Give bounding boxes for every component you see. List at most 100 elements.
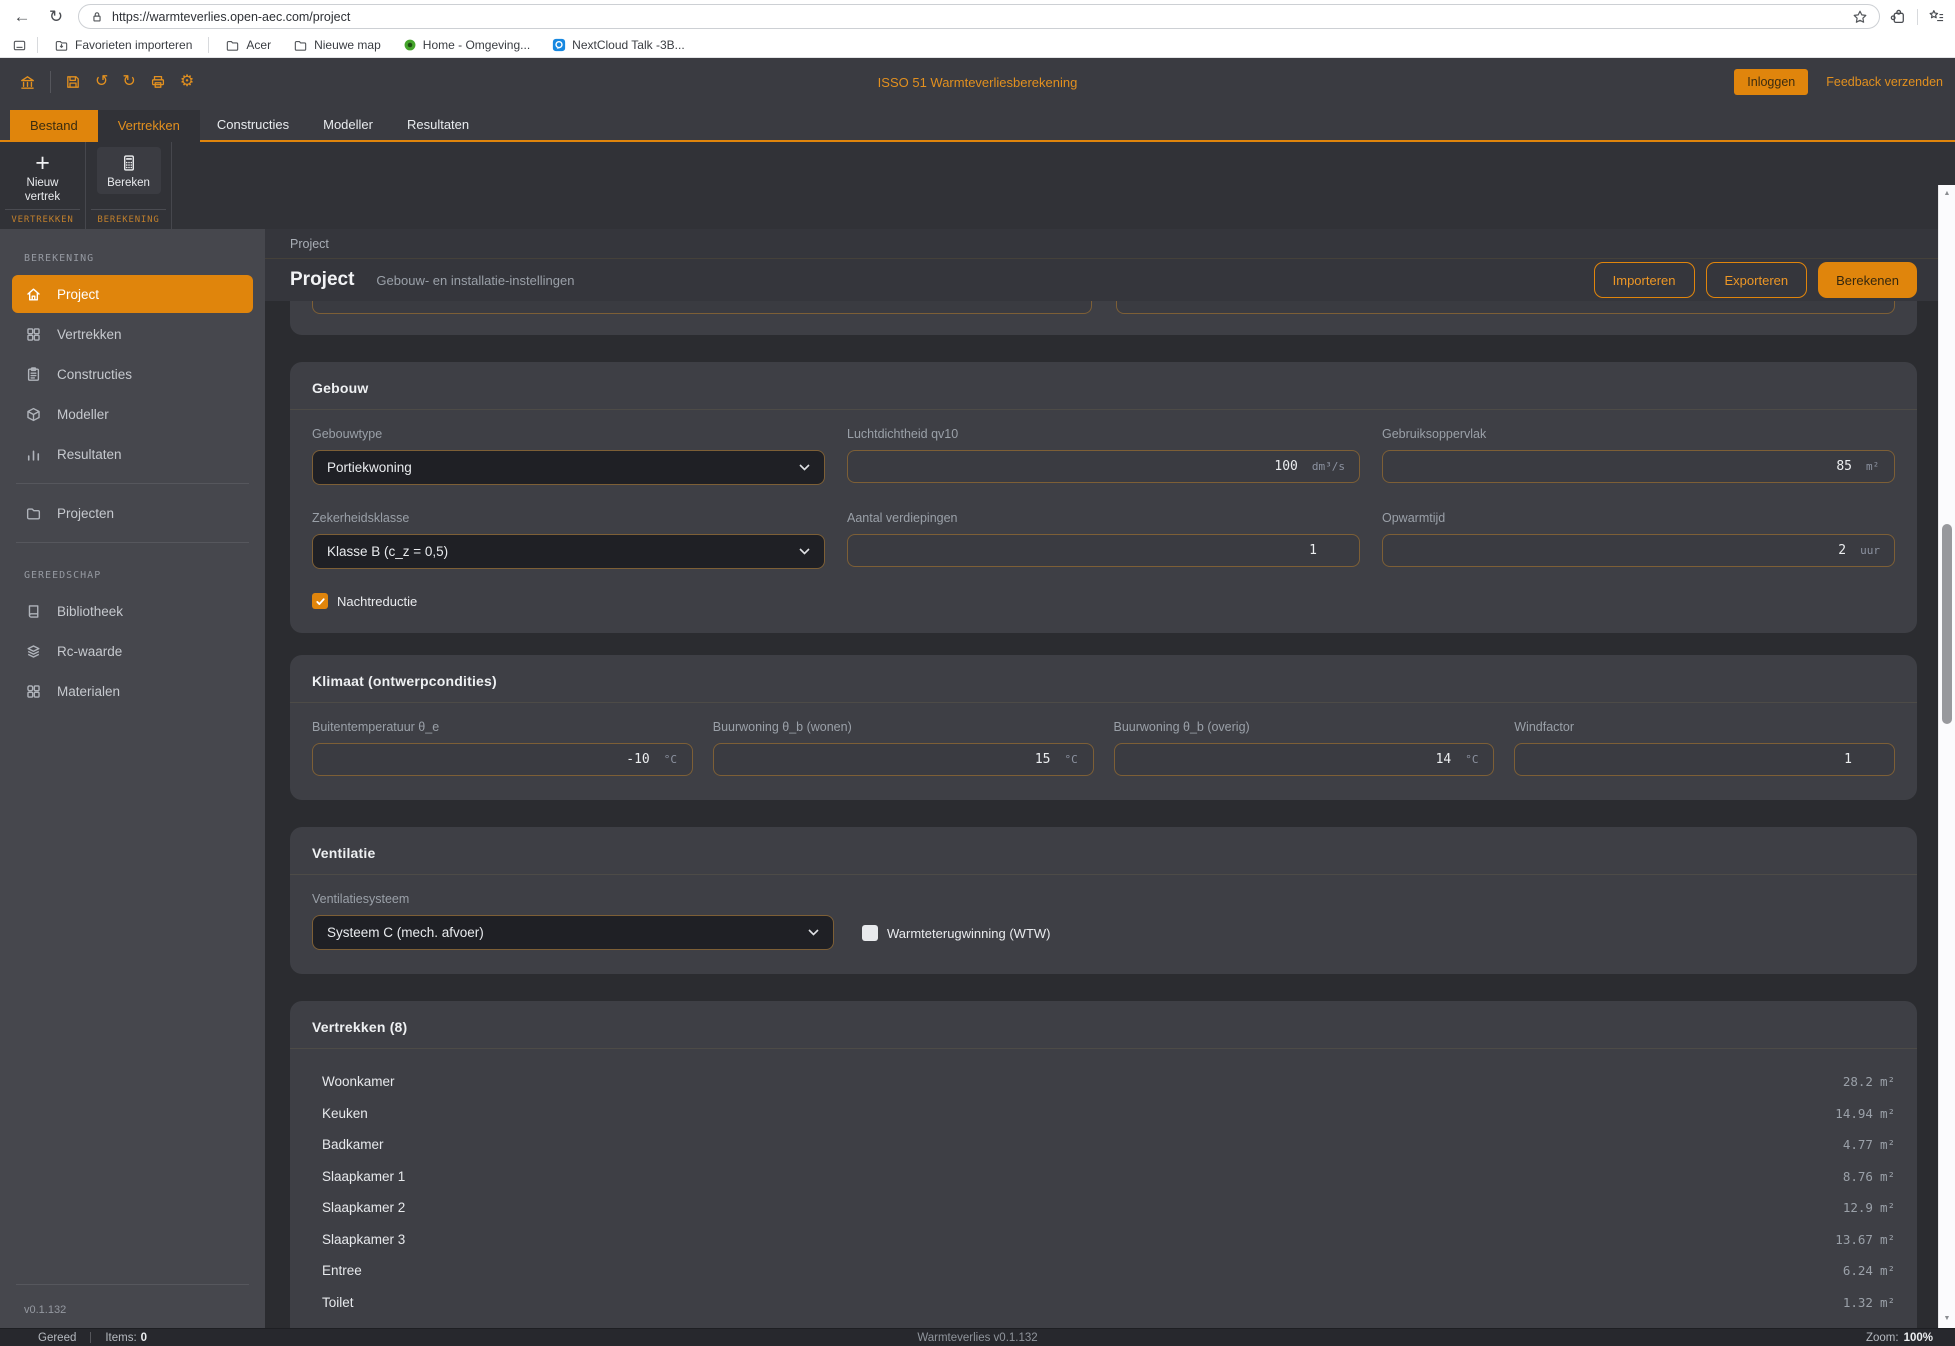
back-icon[interactable]: ←	[10, 7, 34, 27]
windfactor-input[interactable]: 1	[1514, 743, 1895, 776]
save-icon[interactable]	[65, 74, 81, 90]
field-gebruiksoppervlak: Gebruiksoppervlak 85 m²	[1382, 427, 1895, 485]
bookmarks-divider	[208, 37, 209, 53]
tab-vertrekken[interactable]: Vertrekken	[98, 110, 200, 142]
vertical-scrollbar[interactable]: ▲ ▼	[1938, 185, 1955, 1328]
room-area-unit: m²	[1880, 1169, 1895, 1184]
sidebar-item-resultaten[interactable]: Resultaten	[12, 435, 253, 473]
luchtdichtheid-input[interactable]: 100 dm³/s	[847, 450, 1360, 483]
scroll-down-icon[interactable]: ▼	[1939, 1314, 1955, 1324]
opwarmtijd-input[interactable]: 2 uur	[1382, 534, 1895, 567]
verdiepingen-input[interactable]: 1	[847, 534, 1360, 567]
undo-icon[interactable]: ↺	[95, 74, 108, 90]
card-divider	[290, 409, 1917, 410]
sidebar-item-materialen[interactable]: Materialen	[12, 672, 253, 710]
checkbox-unchecked-icon[interactable]	[862, 925, 878, 941]
bookmark-nextcloud-talk[interactable]: NextCloud Talk -3B...	[546, 38, 691, 52]
card-title: Gebouw	[312, 380, 1895, 396]
bookmarks-divider	[37, 37, 38, 53]
breadcrumb: Project	[265, 229, 1938, 259]
bookmark-import-favorites[interactable]: Favorieten importeren	[48, 38, 198, 53]
ribbon-group-label: BEREKENING	[91, 209, 166, 229]
tab-modeller[interactable]: Modeller	[306, 110, 390, 140]
field-unit: °C	[1065, 753, 1079, 766]
ribbon-group-berekening: Bereken BEREKENING	[86, 142, 172, 229]
toolbar-divider	[1917, 9, 1918, 25]
scroll-up-icon[interactable]: ▲	[1939, 189, 1955, 199]
card-title: Ventilatie	[312, 845, 1895, 861]
bank-icon[interactable]	[19, 74, 36, 91]
scrollbar-thumb[interactable]	[1942, 524, 1952, 724]
materials-grid-icon	[25, 683, 42, 700]
field-unit: m²	[1866, 460, 1880, 473]
favorite-star-icon[interactable]	[1852, 9, 1868, 25]
field-label: Buitentemperatuur θ_e	[312, 720, 693, 734]
room-area-unit: m²	[1880, 1106, 1895, 1121]
buitentemperatuur-input[interactable]: -10 °C	[312, 743, 693, 776]
calculate-button[interactable]: Bereken	[97, 147, 161, 194]
zekerheidsklasse-select[interactable]: Klasse B (c_z = 0,5)	[312, 534, 825, 569]
redo-icon[interactable]: ↻	[122, 74, 135, 90]
gear-icon[interactable]: ⚙	[180, 74, 194, 90]
login-button[interactable]: Inloggen	[1734, 69, 1808, 95]
buurwoning-overig-input[interactable]: 14 °C	[1114, 743, 1495, 776]
room-row-keuken[interactable]: Keuken 14.94m²	[312, 1098, 1895, 1130]
sidebar-item-project[interactable]: Project	[12, 275, 253, 313]
wtw-checkbox-row[interactable]: Warmteterugwinning (WTW)	[862, 925, 1050, 941]
checkbox-checked-icon[interactable]	[312, 593, 328, 609]
room-row-slaapkamer-1[interactable]: Slaapkamer 1 8.76m²	[312, 1161, 1895, 1193]
items-label: Items:	[105, 1332, 136, 1344]
field-label: Opwarmtijd	[1382, 511, 1895, 525]
room-name: Slaapkamer 1	[322, 1169, 405, 1184]
room-row-woonkamer[interactable]: Woonkamer 28.2m²	[312, 1066, 1895, 1098]
print-icon[interactable]	[150, 74, 166, 90]
bookmark-nieuwe-map[interactable]: Nieuwe map	[287, 38, 387, 53]
room-area-value: 4.77	[1843, 1137, 1873, 1152]
new-room-button[interactable]: + Nieuw vertrek	[11, 147, 75, 209]
address-bar[interactable]: https://warmteverlies.open-aec.com/proje…	[78, 4, 1880, 29]
export-button[interactable]: Exporteren	[1706, 262, 1808, 298]
sidebar-toggle-icon[interactable]	[12, 38, 27, 53]
field-unit: dm³/s	[1312, 460, 1345, 473]
reload-icon[interactable]: ↻	[44, 7, 68, 27]
calculate-page-button[interactable]: Berekenen	[1818, 262, 1917, 298]
bookmark-home-omgeving[interactable]: Home - Omgeving...	[397, 38, 536, 52]
sidebar-item-bibliotheek[interactable]: Bibliotheek	[12, 592, 253, 630]
room-area-unit: m²	[1880, 1263, 1895, 1278]
room-row-entree[interactable]: Entree 6.24m²	[312, 1255, 1895, 1287]
import-button[interactable]: Importeren	[1594, 262, 1695, 298]
room-row-badkamer[interactable]: Badkamer 4.77m²	[312, 1129, 1895, 1161]
room-row-slaapkamer-2[interactable]: Slaapkamer 2 12.9m²	[312, 1192, 1895, 1224]
gebruiksoppervlak-input[interactable]: 85 m²	[1382, 450, 1895, 483]
bookmark-acer[interactable]: Acer	[219, 38, 277, 53]
ventilatiesysteem-select[interactable]: Systeem C (mech. afvoer)	[312, 915, 834, 950]
room-area-value: 12.9	[1843, 1200, 1873, 1215]
tab-resultaten[interactable]: Resultaten	[390, 110, 486, 140]
page-title: Project	[290, 269, 354, 291]
feedback-link[interactable]: Feedback verzenden	[1826, 75, 1943, 89]
buurwoning-wonen-input[interactable]: 15 °C	[713, 743, 1094, 776]
field-label: Zekerheidsklasse	[312, 511, 825, 525]
tab-constructies[interactable]: Constructies	[200, 110, 306, 140]
extensions-icon[interactable]	[1890, 8, 1907, 25]
page-subtitle: Gebouw- en installatie-instellingen	[376, 273, 574, 288]
chevron-down-icon	[799, 548, 810, 555]
room-row-slaapkamer-3[interactable]: Slaapkamer 3 13.67m²	[312, 1224, 1895, 1256]
sidebar-item-projecten[interactable]: Projecten	[12, 494, 253, 532]
clipped-input[interactable]	[1116, 301, 1896, 314]
sidebar-item-rc-waarde[interactable]: Rc-waarde	[12, 632, 253, 670]
field-value: -10	[626, 752, 649, 767]
field-buurwoning-overig: Buurwoning θ_b (overig) 14 °C	[1114, 720, 1495, 776]
sidebar-item-modeller[interactable]: Modeller	[12, 395, 253, 433]
gebouwtype-select[interactable]: Portiekwoning	[312, 450, 825, 485]
checkbox-label: Nachtreductie	[337, 594, 417, 609]
folder-import-icon	[54, 38, 69, 53]
tab-bestand[interactable]: Bestand	[10, 110, 98, 142]
sidebar-item-vertrekken[interactable]: Vertrekken	[12, 315, 253, 353]
room-row-toilet[interactable]: Toilet 1.32m²	[312, 1287, 1895, 1319]
nachtreductie-checkbox-row[interactable]: Nachtreductie	[312, 593, 1895, 609]
clipped-input[interactable]	[312, 301, 1092, 314]
scroll-area: Gebouw Gebouwtype Portiekwoning Luchtdic…	[265, 301, 1938, 1328]
sidebar-item-constructies[interactable]: Constructies	[12, 355, 253, 393]
favorites-bar-icon[interactable]	[1928, 8, 1945, 25]
